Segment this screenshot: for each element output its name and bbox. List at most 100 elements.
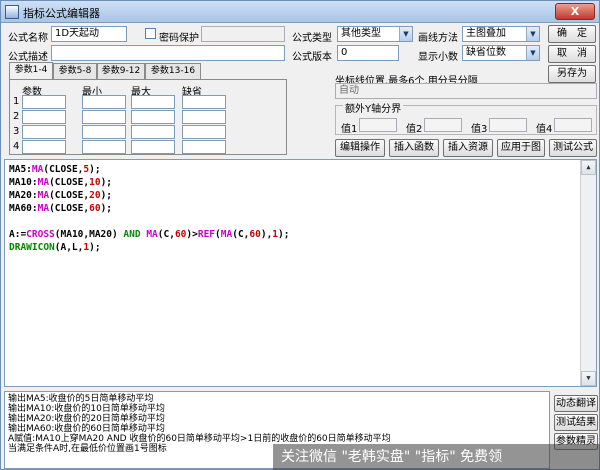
code-lines: MA5:MA(CLOSE,5); MA10:MA(CLOSE,10); MA20:M…: [9, 163, 592, 254]
param-default-cell[interactable]: [182, 110, 226, 124]
param-max-cell[interactable]: [131, 110, 175, 124]
close-button[interactable]: X: [555, 3, 595, 20]
scroll-up-icon[interactable]: ▲: [581, 160, 596, 175]
formula-type-value: 其他类型: [341, 28, 381, 39]
param-min-cell[interactable]: [82, 110, 126, 124]
tab-params-9-12[interactable]: 参数9-12: [97, 63, 145, 79]
value-1-input[interactable]: [359, 118, 397, 132]
scroll-down-icon[interactable]: ▼: [581, 371, 596, 386]
formula-version-label: 公式版本: [292, 52, 332, 63]
code-token: REF: [197, 229, 216, 240]
coord-lines-input[interactable]: 自动: [335, 83, 597, 99]
value-4-input[interactable]: [554, 118, 592, 132]
code-token: MA: [37, 177, 50, 188]
param-max-cell[interactable]: [131, 125, 175, 139]
param-row-number: 2: [13, 111, 20, 122]
tab-params-1-4[interactable]: 参数1-4: [9, 62, 53, 79]
tab-params-5-8[interactable]: 参数5-8: [53, 63, 97, 79]
value-3-input[interactable]: [489, 118, 527, 132]
formula-editor-window: 指标公式编辑器 X 公式名称 1D天起动 密码保护 公式类型 其他类型 ▼ 画线…: [0, 0, 600, 470]
code-token: MA10:: [9, 177, 38, 188]
formula-name-input[interactable]: 1D天起动: [51, 26, 127, 42]
insert-resource-button[interactable]: 插入资源: [443, 139, 493, 157]
param-default-cell[interactable]: [182, 95, 226, 109]
code-editor[interactable]: MA5:MA(CLOSE,5); MA10:MA(CLOSE,10); MA20:M…: [4, 159, 597, 387]
param-default-cell[interactable]: [182, 140, 226, 154]
editor-scrollbar[interactable]: ▲ ▼: [580, 160, 596, 386]
decimal-value: 缺省位数: [466, 47, 506, 58]
cancel-button[interactable]: 取 消: [548, 45, 596, 63]
code-token: MA: [37, 203, 50, 214]
formula-desc-label: 公式描述: [8, 52, 48, 63]
code-token: );: [278, 229, 290, 240]
extra-y-axis-label: 额外Y轴分界: [343, 100, 404, 115]
formula-version-input[interactable]: 0: [337, 45, 399, 61]
test-result-button[interactable]: 测试结果: [554, 414, 598, 431]
insert-function-button[interactable]: 插入函数: [389, 139, 439, 157]
code-token: MA: [220, 229, 233, 240]
code-token: ),: [260, 229, 273, 240]
code-token: 60: [249, 229, 261, 240]
code-token: 20: [89, 190, 101, 201]
param-name-cell[interactable]: [22, 95, 66, 109]
param-min-cell[interactable]: [82, 140, 126, 154]
code-token: AND: [123, 229, 141, 240]
code-token: (C,: [157, 229, 175, 240]
code-line: MA60:MA(CLOSE,60);: [9, 202, 592, 215]
code-token: );: [100, 177, 113, 188]
code-token: MA20:: [9, 190, 38, 201]
code-line: MA10:MA(CLOSE,10);: [9, 176, 592, 189]
param-default-cell[interactable]: [182, 125, 226, 139]
code-token: CROSS: [26, 229, 55, 240]
ok-button[interactable]: 确 定: [548, 25, 596, 43]
param-min-cell[interactable]: [82, 125, 126, 139]
value-1-label: 值1: [341, 124, 358, 135]
code-line: MA5:MA(CLOSE,5);: [9, 163, 592, 176]
code-token: (A,L,: [54, 242, 84, 253]
draw-method-select[interactable]: 主图叠加 ▼: [462, 26, 540, 42]
code-token: MA: [146, 229, 158, 240]
title-bar[interactable]: 指标公式编辑器 X: [1, 1, 599, 23]
test-formula-button[interactable]: 测试公式: [549, 139, 597, 157]
code-line: MA20:MA(CLOSE,20);: [9, 189, 592, 202]
code-line: DRAWICON(A,L,1);: [9, 241, 592, 254]
param-max-cell[interactable]: [131, 95, 175, 109]
param-row-number: 3: [13, 126, 20, 137]
code-token: (CLOSE,: [49, 177, 90, 188]
tab-params-13-16[interactable]: 参数13-16: [145, 63, 201, 79]
code-token: );: [89, 242, 101, 253]
code-token: MA: [37, 190, 50, 201]
param-name-cell[interactable]: [22, 140, 66, 154]
value-4-label: 值4: [536, 124, 553, 135]
app-icon: [5, 5, 19, 19]
param-name-cell[interactable]: [22, 110, 66, 124]
edit-operation-button[interactable]: 编辑操作: [335, 139, 385, 157]
code-token: MA60:: [9, 203, 38, 214]
param-panel: 参数 最小 最大 缺省 1 2 3 4: [9, 79, 287, 155]
apply-to-chart-button[interactable]: 应用于图: [497, 139, 545, 157]
formula-desc-input[interactable]: [51, 45, 285, 61]
value-2-input[interactable]: [424, 118, 462, 132]
decimal-select[interactable]: 缺省位数 ▼: [462, 45, 540, 61]
password-checkbox[interactable]: [145, 28, 156, 39]
code-token: );: [89, 164, 101, 175]
save-as-button[interactable]: 另存为: [548, 65, 596, 83]
code-token: (C,: [232, 229, 250, 240]
password-input[interactable]: [201, 26, 285, 42]
watermark-banner: 关注微信 "老韩实盘" "指标" 免费领: [273, 444, 600, 470]
formula-name-label: 公式名称: [8, 33, 48, 44]
output-line: 输出MA10:收盘价的10日简单移动平均: [8, 404, 165, 414]
code-token: (CLOSE,: [43, 164, 84, 175]
param-max-cell[interactable]: [131, 140, 175, 154]
dynamic-translate-button[interactable]: 动态翻译: [554, 395, 598, 412]
formula-type-select[interactable]: 其他类型 ▼: [337, 26, 413, 42]
code-token: DRAWICON: [9, 242, 55, 253]
param-name-cell[interactable]: [22, 125, 66, 139]
decimal-label: 显示小数: [418, 52, 458, 63]
code-token: (CLOSE,: [49, 190, 90, 201]
draw-method-label: 画线方法: [418, 33, 458, 44]
chevron-down-icon: ▼: [526, 46, 539, 60]
param-min-cell[interactable]: [82, 95, 126, 109]
code-token: MA5:: [9, 164, 32, 175]
code-token: A:=: [9, 229, 27, 240]
